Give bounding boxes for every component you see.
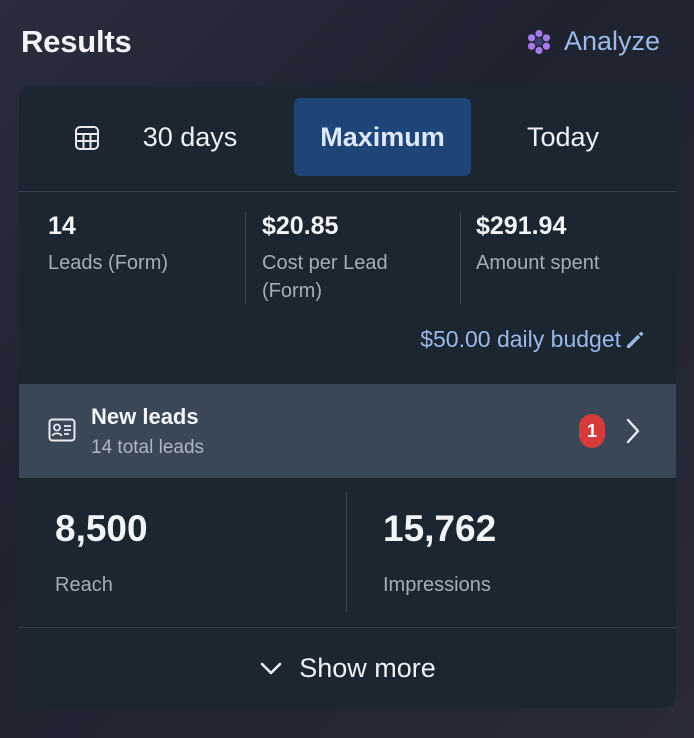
- metric-label: Cost per Lead (Form): [262, 252, 388, 302]
- daily-budget-label: $50.00 daily budget: [420, 326, 621, 352]
- metric-value: 14: [48, 212, 76, 240]
- analyze-button[interactable]: Analyze: [526, 26, 660, 57]
- new-leads-subtitle: 14 total leads: [91, 437, 205, 458]
- metric-label: Amount spent: [476, 252, 600, 274]
- reach-impressions-row: 8,500 Reach 15,762 Impressions: [19, 478, 676, 628]
- metric-label: Leads (Form): [48, 252, 169, 274]
- sparkle-flower-icon: [527, 29, 550, 54]
- date-range-selector: 30 days Maximum Today: [19, 86, 676, 192]
- show-more-label: Show more: [299, 653, 436, 683]
- reach-value: 8,500: [55, 508, 148, 549]
- results-card: 30 days Maximum Today 14 Leads (Form) $2…: [19, 86, 676, 708]
- daily-budget-link[interactable]: $50.00 daily budget: [420, 326, 646, 353]
- divider: [460, 212, 461, 304]
- reach-label: Reach: [55, 574, 113, 596]
- metric-amount-spent: $291.94 Amount spent: [476, 212, 666, 277]
- range-option-30-days[interactable]: 30 days: [115, 98, 265, 176]
- new-leads-row[interactable]: New leads 14 total leads 1: [19, 384, 676, 478]
- pencil-icon: [627, 331, 644, 348]
- metric-value: $291.94: [476, 212, 567, 240]
- notification-badge: 1: [579, 414, 605, 448]
- impressions-label: Impressions: [383, 574, 491, 596]
- metric-cost-per-lead: $20.85 Cost per Lead (Form): [262, 212, 452, 305]
- impressions-value: 15,762: [383, 508, 497, 549]
- chevron-right-icon: [626, 418, 640, 444]
- results-header: Results Analyze: [0, 0, 694, 84]
- show-more-button[interactable]: Show more: [19, 629, 676, 708]
- chevron-down-icon: [260, 662, 282, 674]
- range-option-maximum[interactable]: Maximum: [294, 98, 471, 176]
- contact-card-icon: [48, 418, 76, 442]
- calendar-icon[interactable]: [74, 125, 100, 151]
- divider: [245, 212, 246, 304]
- metric-leads: 14 Leads (Form): [48, 212, 248, 277]
- metrics-row: 14 Leads (Form) $20.85 Cost per Lead (Fo…: [19, 192, 676, 312]
- page-title: Results: [21, 24, 132, 59]
- range-option-today[interactable]: Today: [479, 98, 647, 176]
- divider: [346, 492, 347, 612]
- analyze-label: Analyze: [563, 26, 660, 56]
- new-leads-title: New leads: [91, 404, 199, 429]
- metric-value: $20.85: [262, 212, 339, 240]
